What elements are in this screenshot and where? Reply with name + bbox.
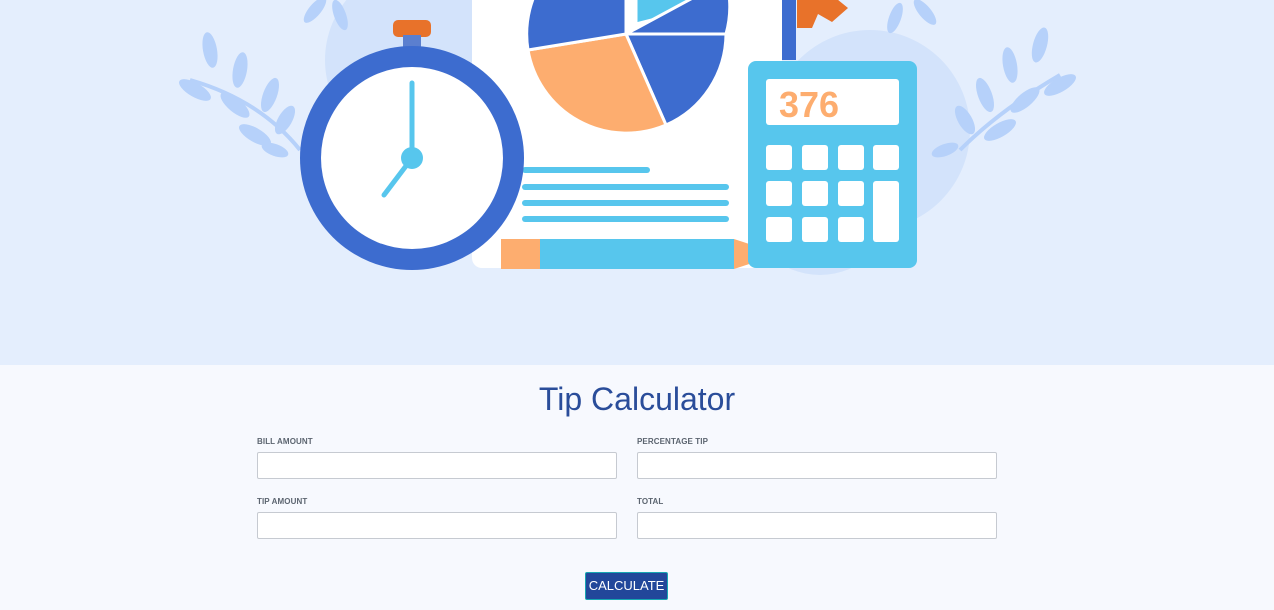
percentage-tip-label: PERCENTAGE TIP bbox=[637, 437, 709, 446]
hero-illustration: 376 bbox=[0, 0, 1274, 365]
calculate-button[interactable]: CALCULATE bbox=[585, 572, 668, 600]
tip-amount-group: TIP AMOUNT bbox=[257, 497, 617, 539]
calculator-icon: 376 bbox=[748, 61, 917, 268]
bill-amount-label: BILL AMOUNT bbox=[257, 437, 313, 446]
percentage-tip-group: PERCENTAGE TIP bbox=[637, 437, 997, 479]
calculator-display: 376 bbox=[779, 84, 839, 125]
tip-amount-input[interactable] bbox=[257, 512, 617, 539]
hero-graphic: 376 bbox=[179, 0, 1076, 275]
total-label: TOTAL bbox=[637, 497, 664, 506]
bill-amount-group: BILL AMOUNT bbox=[257, 437, 617, 479]
total-group: TOTAL bbox=[637, 497, 997, 539]
percentage-tip-input[interactable] bbox=[637, 452, 997, 479]
total-input[interactable] bbox=[637, 512, 997, 539]
page-title: Tip Calculator bbox=[538, 381, 736, 417]
pencil-icon bbox=[501, 239, 780, 269]
calculator-form: Tip Calculator BILL AMOUNT PERCENTAGE TI… bbox=[0, 365, 1274, 610]
clip-icon bbox=[797, 0, 848, 28]
tip-amount-label: TIP AMOUNT bbox=[257, 497, 308, 506]
bill-amount-input[interactable] bbox=[257, 452, 617, 479]
